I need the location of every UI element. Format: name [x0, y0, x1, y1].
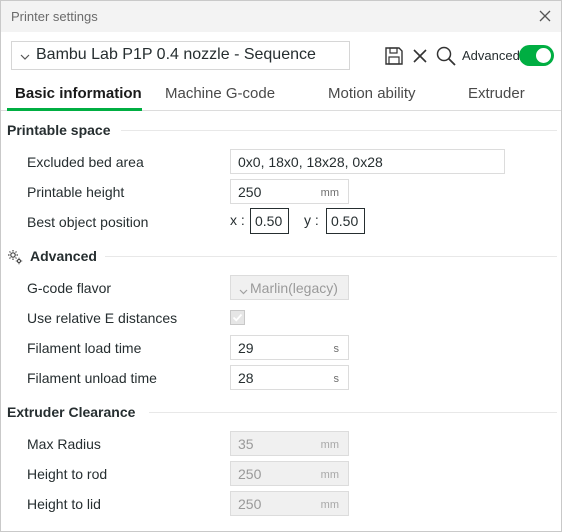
unit-label: mm — [320, 187, 339, 199]
position-x-value: 0.50 — [255, 213, 283, 229]
unit-label: mm — [320, 439, 339, 451]
height-to-rod-label: Height to rod — [27, 466, 108, 482]
printer-settings-dialog: Printer settings Bambu Lab P1P 0.4 nozzl… — [0, 0, 562, 532]
advanced-toggle-label: Advanced — [462, 48, 520, 63]
filament-unload-time-input[interactable]: 28 s — [230, 365, 349, 390]
unit-label: s — [333, 343, 340, 355]
search-icon[interactable] — [435, 45, 457, 67]
max-radius-input[interactable]: 35 mm — [230, 431, 349, 456]
printable-height-label: Printable height — [27, 184, 125, 200]
chevron-down-icon — [238, 284, 249, 295]
section-divider — [105, 256, 557, 257]
x-label: x : — [230, 212, 245, 228]
preset-dropdown[interactable]: Bambu Lab P1P 0.4 nozzle - Sequence — [11, 41, 350, 70]
max-radius-value: 35 — [238, 436, 254, 452]
filament-load-time-value: 29 — [238, 340, 254, 356]
gear-icon — [8, 250, 23, 265]
section-title-advanced: Advanced — [30, 248, 97, 264]
printable-height-value: 250 — [238, 184, 262, 200]
height-to-rod-input[interactable]: 250 mm — [230, 461, 349, 486]
filament-unload-time-label: Filament unload time — [27, 370, 157, 386]
chevron-down-icon — [19, 50, 31, 62]
unit-label: mm — [320, 469, 339, 481]
advanced-toggle[interactable] — [519, 45, 554, 66]
y-label: y : — [304, 212, 319, 228]
unit-label: s — [333, 373, 340, 385]
best-object-position-label: Best object position — [27, 214, 149, 230]
unit-label: mm — [320, 499, 339, 511]
gcode-flavor-value: Marlin(legacy) — [250, 280, 338, 296]
excluded-bed-area-label: Excluded bed area — [27, 154, 144, 170]
gcode-flavor-label: G-code flavor — [27, 280, 112, 296]
section-title-extruder-clearance: Extruder Clearance — [7, 404, 136, 420]
settings-tabs: Basic information Machine G-code Motion … — [1, 81, 561, 111]
filament-unload-time-value: 28 — [238, 370, 254, 386]
tab-extruder[interactable]: Extruder — [468, 85, 525, 102]
filament-load-time-label: Filament load time — [27, 340, 142, 356]
tab-basic-information[interactable]: Basic information — [15, 85, 142, 102]
tab-motion-ability[interactable]: Motion ability — [328, 85, 416, 102]
height-to-lid-input[interactable]: 250 mm — [230, 491, 349, 516]
height-to-rod-value: 250 — [238, 466, 262, 482]
close-icon[interactable] — [535, 6, 555, 26]
section-divider — [121, 130, 557, 131]
delete-icon[interactable] — [409, 45, 431, 67]
excluded-bed-area-value: 0x0, 18x0, 18x28, 0x28 — [238, 154, 383, 170]
relative-e-label: Use relative E distances — [27, 310, 178, 326]
max-radius-label: Max Radius — [27, 436, 101, 452]
save-icon[interactable] — [383, 45, 405, 67]
excluded-bed-area-input[interactable]: 0x0, 18x0, 18x28, 0x28 — [230, 149, 505, 174]
position-y-input[interactable]: 0.50 — [326, 208, 365, 234]
title-bar: Printer settings — [1, 1, 561, 32]
filament-load-time-input[interactable]: 29 s — [230, 335, 349, 360]
printable-height-input[interactable]: 250 mm — [230, 179, 349, 204]
check-icon — [232, 313, 243, 322]
height-to-lid-value: 250 — [238, 496, 262, 512]
relative-e-checkbox[interactable] — [230, 310, 245, 325]
height-to-lid-label: Height to lid — [27, 496, 101, 512]
section-divider — [149, 412, 557, 413]
position-x-input[interactable]: 0.50 — [250, 208, 289, 234]
position-y-value: 0.50 — [331, 213, 359, 229]
preset-name: Bambu Lab P1P 0.4 nozzle - Sequence — [36, 46, 316, 63]
window-title: Printer settings — [11, 9, 98, 24]
active-tab-indicator — [7, 108, 142, 111]
tab-machine-gcode[interactable]: Machine G-code — [165, 85, 275, 102]
section-title-printable-space: Printable space — [7, 122, 111, 138]
toggle-knob — [536, 48, 551, 63]
gcode-flavor-dropdown[interactable]: Marlin(legacy) — [230, 275, 349, 300]
